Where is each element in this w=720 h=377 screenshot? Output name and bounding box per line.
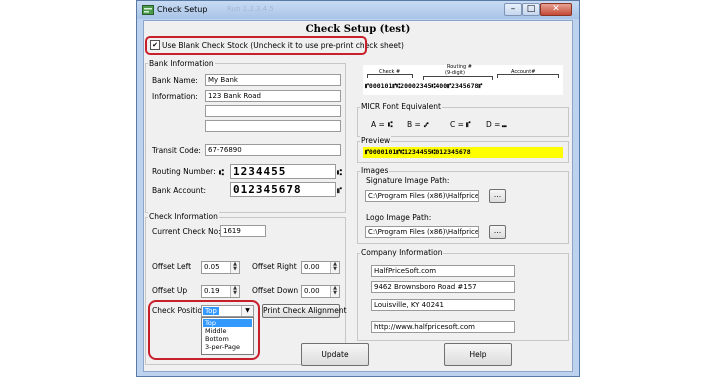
micr-a-label: A = (371, 120, 385, 129)
maximize-button[interactable]: □ (522, 3, 540, 16)
micr-account-bracket (497, 74, 559, 78)
micr-d-label: D = (486, 120, 501, 129)
company-name-field[interactable]: HalfPriceSoft.com (371, 265, 515, 277)
bank-address-line-2[interactable] (205, 105, 341, 117)
micr-b-label: B = (407, 120, 421, 129)
offset-right-value: 0.00 (304, 263, 320, 271)
routing-number-field[interactable]: 1234455 (230, 164, 336, 179)
company-city-field[interactable]: Louisville, KY 40241 (371, 299, 515, 311)
offset-down-value: 0.00 (304, 287, 320, 295)
signature-image-label: Signature Image Path: (366, 176, 450, 185)
micr-sample-text: ⑈000101⑈⑆20002345⑆400⑈2345678⑈ (365, 82, 483, 90)
logo-image-path-field[interactable]: C:\Program Files (x86)\Halfpricesoft\e (365, 226, 479, 238)
checkbook-icon (142, 5, 154, 15)
micr-c-label: C = (450, 120, 464, 129)
micr-a-symbol: ⑆ (388, 120, 394, 129)
page-title: Check Setup (test) (305, 24, 411, 35)
current-check-label: Current Check No: (152, 227, 221, 236)
images-group-label: Images (360, 166, 390, 175)
offset-right-field[interactable]: 0.00 ▲ ▼ (301, 261, 340, 274)
offset-left-value: 0.05 (204, 263, 220, 271)
routing-number-label: Routing Number: (152, 167, 216, 176)
micr-c-symbol: ⑈ (466, 120, 472, 129)
check-setup-window: Check Setup Run 1.2.3.4.5 – □ ✕ Check Se… (136, 0, 580, 377)
bank-information-label: Information: (152, 92, 198, 101)
background-window-text: Run 1.2.3.4.5 (227, 5, 274, 13)
offset-down-field[interactable]: 0.00 ▲ ▼ (301, 285, 340, 298)
current-check-field[interactable]: 1619 (220, 225, 266, 237)
spin-arrows-icon[interactable]: ▲ ▼ (230, 262, 239, 273)
signature-image-path-field[interactable]: C:\Program Files (x86)\Halfpricesoft\e (365, 190, 479, 202)
account-suffix-symbol: ⑈ (337, 186, 343, 195)
bank-address-line-1[interactable]: 123 Bank Road (205, 90, 341, 102)
offset-up-field[interactable]: 0.19 ▲ ▼ (201, 285, 240, 298)
bank-name-label: Bank Name: (152, 76, 198, 85)
micr-sample-diagram: Check # Routing # (9-digit) Account# ⑈00… (363, 64, 563, 95)
update-button[interactable]: Update (301, 343, 369, 366)
offset-down-label: Offset Down (252, 286, 299, 295)
bank-information-group-label: Bank Information (148, 59, 215, 68)
check-information-group-label: Check Information (148, 212, 219, 221)
title-bar[interactable]: Check Setup Run 1.2.3.4.5 – □ ✕ (137, 1, 579, 19)
micr-check-bracket (367, 74, 413, 78)
print-check-alignment-button[interactable]: Print Check Alignment (262, 304, 347, 318)
offset-right-label: Offset Right (252, 262, 297, 271)
check-position-highlight (148, 300, 260, 360)
bank-address-line-3[interactable] (205, 120, 341, 132)
micr-b-symbol: ⑇ (424, 120, 430, 129)
company-website-field[interactable]: http://www.halfpricesoft.com (371, 321, 515, 333)
window-title: Check Setup (157, 5, 208, 14)
bank-name-field[interactable]: My Bank (205, 74, 341, 86)
close-button[interactable]: ✕ (540, 3, 572, 16)
offset-up-value: 0.19 (204, 287, 220, 295)
bank-account-label: Bank Account: (152, 186, 207, 195)
logo-image-label: Logo Image Path: (366, 213, 432, 222)
micr-font-group-label: MICR Font Equivalent (360, 102, 442, 111)
micr-d-symbol: ⑉ (502, 120, 508, 129)
spin-arrows-icon[interactable]: ▲ ▼ (330, 286, 339, 297)
transit-code-field[interactable]: 67-76890 (205, 144, 341, 156)
dialog-client-area: Check Setup (test) ✔ Use Blank Check Sto… (143, 20, 573, 372)
help-button[interactable]: Help (444, 343, 512, 366)
spin-arrows-icon[interactable]: ▲ ▼ (330, 262, 339, 273)
routing-prefix-symbol: ⑆ (219, 168, 225, 177)
micr-preview-line: ⑈0000101⑈⑆1234455⑆012345678 (363, 147, 563, 158)
bank-account-field[interactable]: 012345678 (230, 182, 336, 197)
minimize-button[interactable]: – (504, 3, 522, 16)
routing-suffix-symbol: ⑆ (337, 168, 343, 177)
logo-browse-button[interactable]: ... (489, 225, 506, 239)
micr-routing-bracket (423, 76, 493, 80)
spin-arrows-icon[interactable]: ▲ ▼ (230, 286, 239, 297)
offset-left-field[interactable]: 0.05 ▲ ▼ (201, 261, 240, 274)
signature-browse-button[interactable]: ... (489, 189, 506, 203)
preview-group-label: Preview (360, 136, 392, 145)
company-address-field[interactable]: 9462 Brownsboro Road #157 (371, 281, 515, 293)
offset-up-label: Offset Up (152, 286, 188, 295)
offset-left-label: Offset Left (152, 262, 192, 271)
blank-stock-highlight (145, 36, 367, 55)
company-information-group-label: Company Information (360, 248, 444, 257)
transit-code-label: Transit Code: (152, 146, 201, 155)
